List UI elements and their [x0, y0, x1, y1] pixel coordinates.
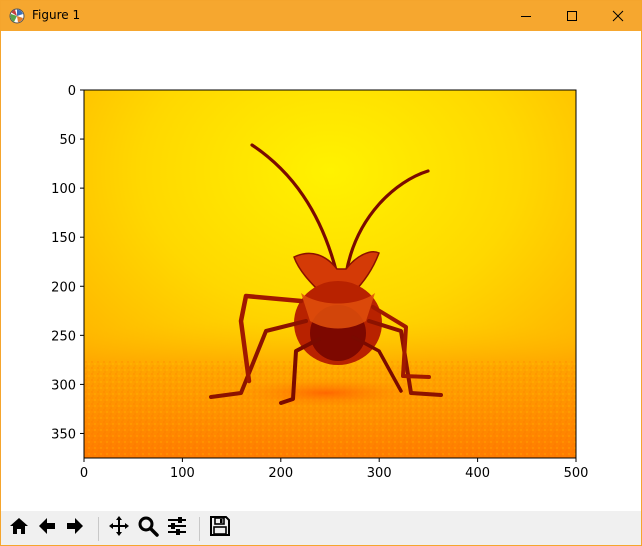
save-button[interactable] [207, 515, 233, 541]
y-tick-label: 350 [51, 427, 76, 442]
home-icon [8, 515, 30, 541]
zoom-button[interactable] [135, 515, 161, 541]
figure-window: Figure 1 0 100 200 300 400 500 0 50 100 … [0, 0, 642, 546]
figure-canvas[interactable]: 0 100 200 300 400 500 0 50 100 150 200 250 300 350 [1, 31, 641, 511]
home-button[interactable] [6, 515, 32, 541]
navigation-toolbar [1, 511, 641, 545]
toolbar-separator [199, 517, 200, 541]
x-tick-label: 300 [367, 466, 392, 481]
x-tick-label: 500 [564, 466, 589, 481]
arrow-left-icon [36, 515, 58, 541]
image-plot [84, 90, 576, 458]
title-bar[interactable]: Figure 1 [1, 1, 641, 31]
matplotlib-app-icon [9, 8, 25, 24]
window-title: Figure 1 [32, 8, 81, 22]
axes-svg: 0 100 200 300 400 500 0 50 100 150 200 250 300 350 [51, 84, 589, 481]
magnifier-icon [137, 515, 159, 541]
y-tick-label: 50 [59, 133, 76, 148]
minimize-icon [520, 10, 532, 22]
x-tick-label: 400 [465, 466, 490, 481]
pan-button[interactable] [106, 515, 132, 541]
floppy-disk-icon [209, 515, 231, 541]
sliders-icon [166, 515, 188, 541]
x-tick-label: 0 [80, 466, 88, 481]
close-button[interactable] [595, 1, 641, 31]
back-button[interactable] [34, 515, 60, 541]
x-tick-label: 200 [268, 466, 293, 481]
close-icon [612, 10, 624, 22]
arrow-right-icon [64, 515, 86, 541]
y-tick-label: 0 [68, 84, 76, 99]
y-tick-label: 250 [51, 329, 76, 344]
move-icon [108, 515, 130, 541]
y-tick-label: 150 [51, 231, 76, 246]
minimize-button[interactable] [503, 1, 549, 31]
y-axis: 0 50 100 150 200 250 300 350 [51, 84, 84, 442]
y-tick-label: 200 [51, 280, 76, 295]
maximize-button[interactable] [549, 1, 595, 31]
x-tick-label: 100 [170, 466, 195, 481]
x-axis: 0 100 200 300 400 500 [80, 458, 589, 481]
maximize-icon [566, 10, 578, 22]
y-tick-label: 100 [51, 182, 76, 197]
y-tick-label: 300 [51, 378, 76, 393]
forward-button[interactable] [62, 515, 88, 541]
configure-subplots-button[interactable] [164, 515, 190, 541]
toolbar-separator [98, 517, 99, 541]
